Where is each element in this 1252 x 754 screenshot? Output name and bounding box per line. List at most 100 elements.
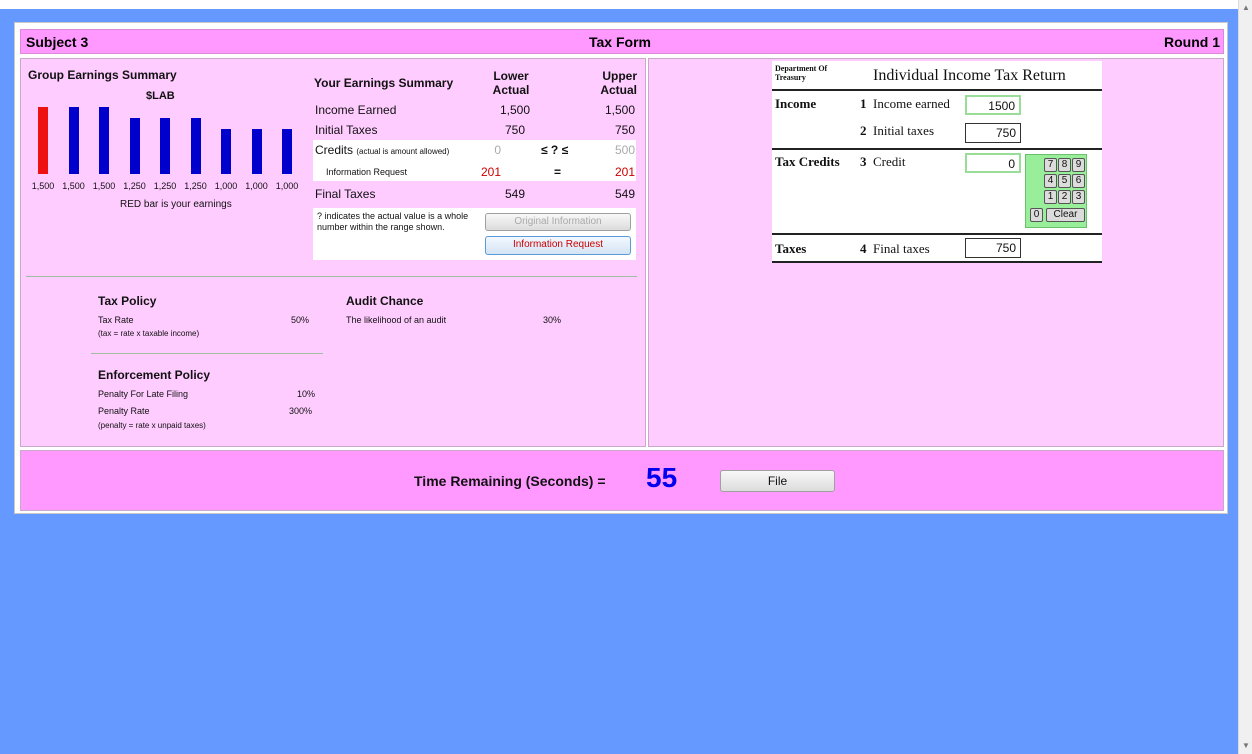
page-title: Tax Form [589, 34, 651, 50]
title-bar: Subject 3 Tax Form Round 1 [20, 29, 1224, 54]
earnings-bar [251, 129, 262, 174]
final-taxes-lower: 549 [504, 187, 526, 201]
key-1-button[interactable]: 1 [1044, 190, 1057, 204]
file-button[interactable]: File [720, 470, 835, 492]
earnings-bar [99, 107, 109, 174]
initial-taxes-field[interactable]: 750 [965, 123, 1021, 143]
summary-panel: Group Earnings Summary $LAB 1,500 1,500 1,… [20, 58, 646, 447]
clear-button[interactable]: Clear [1046, 208, 1085, 222]
line4-label: Final taxes [873, 241, 930, 256]
income-earned-upper: 1,500 [604, 103, 635, 117]
audit-chance-title: Audit Chance [346, 294, 424, 308]
bar-value-label: 1,500 [62, 181, 85, 191]
earnings-bar [190, 118, 201, 174]
browser-top-strip [0, 0, 1238, 9]
page-scrollbar[interactable]: ▲ ▼ [1238, 0, 1252, 754]
bar-value-label: 1,500 [31, 181, 55, 191]
info-request-upper: 201 [614, 165, 635, 179]
tax-formula: (tax = rate x taxable income) [98, 329, 200, 338]
penalty-rate-value: 300% [289, 406, 313, 416]
final-taxes-field[interactable]: 750 [965, 238, 1021, 258]
info-request-lower: 201 [480, 165, 501, 179]
bar-value-label: 1,000 [245, 181, 268, 191]
credits-note: (actual is amount allowed) [356, 147, 450, 156]
earnings-bar [68, 107, 79, 174]
time-remaining-value: 55 [646, 462, 678, 493]
earnings-bar [129, 118, 140, 174]
key-6-button[interactable]: 6 [1072, 174, 1085, 188]
key-9-button[interactable]: 9 [1072, 158, 1085, 172]
line4-number: 4 [860, 241, 867, 256]
key-3-button[interactable]: 3 [1072, 190, 1085, 204]
initial-taxes-label: Initial Taxes [315, 123, 378, 137]
income-earned-label: Income Earned [315, 103, 397, 117]
late-filing-value: 10% [297, 389, 316, 399]
tax-credits-section-label: Tax Credits [775, 154, 840, 169]
form-title: Individual Income Tax Return [873, 67, 1066, 84]
credit-field[interactable]: 0 [965, 153, 1021, 173]
late-filing-label: Penalty For Late Filing [98, 389, 189, 399]
tax-return-form: Department Of Treasury Individual Income… [772, 61, 1102, 263]
income-earned-field[interactable]: 1500 [965, 95, 1021, 115]
earnings-bar [282, 129, 292, 174]
range-note: ? indicates the actual value is a whole … [317, 211, 469, 232]
initial-taxes-upper: 750 [614, 123, 635, 137]
audit-value: 30% [543, 315, 562, 325]
income-earned-lower: 1,500 [499, 103, 531, 117]
tax-rate-label: Tax Rate [98, 315, 134, 325]
audit-label: The likelihood of an audit [346, 315, 447, 325]
line2-number: 2 [860, 123, 867, 138]
original-information-button[interactable]: Original Information [485, 213, 631, 231]
line3-number: 3 [860, 154, 867, 169]
credit-keypad: 7 8 9 4 5 6 1 2 3 0 Clear [1025, 154, 1087, 228]
enforcement-policy-title: Enforcement Policy [98, 368, 211, 382]
line3-label: Credit [873, 154, 906, 169]
credits-range-symbol: ≤ ? ≤ [541, 143, 569, 157]
form-rule-bottom [772, 261, 1102, 263]
bar-value-label: 1,250 [184, 181, 207, 191]
info-request-equals: = [554, 165, 562, 179]
tax-return-panel: Department Of Treasury Individual Income… [648, 58, 1224, 447]
scroll-up-icon[interactable]: ▲ [1242, 3, 1250, 13]
line2-label: Initial taxes [873, 123, 935, 138]
initial-taxes-lower: 750 [504, 123, 526, 137]
key-5-button[interactable]: 5 [1058, 174, 1071, 188]
bar-value-label: 1,000 [275, 181, 299, 191]
footer-panel: Time Remaining (Seconds) = 55 File [20, 450, 1224, 511]
final-taxes-upper: 549 [614, 187, 635, 201]
chart-legend-note: RED bar is your earnings [120, 199, 232, 210]
income-section-label: Income [775, 96, 817, 111]
form-rule-middle [772, 148, 1102, 150]
key-4-button[interactable]: 4 [1044, 174, 1057, 188]
credits-label: Credits (actual is amount allowed) [315, 143, 449, 157]
taxes-section-label: Taxes [775, 241, 807, 256]
round-label: Round 1 [1164, 34, 1220, 50]
bar-value-label: 1,000 [214, 181, 238, 191]
scroll-down-icon[interactable]: ▼ [1242, 741, 1250, 751]
summary-divider [26, 276, 637, 277]
final-taxes-label: Final Taxes [315, 187, 376, 201]
time-remaining-label: Time Remaining (Seconds) = [414, 473, 606, 489]
tax-policy-title: Tax Policy [98, 294, 157, 308]
information-request-button[interactable]: Information Request [485, 236, 631, 255]
earnings-bar [160, 118, 170, 174]
your-earnings-title: Your Earnings Summary [314, 76, 454, 90]
info-request-label: Information Request [326, 167, 408, 177]
policy-divider [91, 353, 323, 354]
key-2-button[interactable]: 2 [1058, 190, 1071, 204]
credits-lower: 0 [494, 143, 501, 157]
bar-value-label: 1,500 [92, 181, 116, 191]
key-8-button[interactable]: 8 [1058, 158, 1071, 172]
line1-label: Income earned [873, 96, 950, 111]
form-rule-top [772, 89, 1102, 91]
penalty-formula: (penalty = rate x unpaid taxes) [98, 421, 206, 430]
penalty-rate-label: Penalty Rate [98, 406, 150, 416]
credits-label-text: Credits [315, 143, 354, 157]
subject-label: Subject 3 [26, 34, 89, 50]
tax-rate-value: 50% [291, 315, 310, 325]
line1-number: 1 [860, 96, 867, 111]
earnings-bar [38, 107, 48, 174]
key-0-button[interactable]: 0 [1030, 208, 1043, 222]
key-7-button[interactable]: 7 [1044, 158, 1057, 172]
group-earnings-chart: 1,500 1,500 1,500 1,250 1,250 1,250 1,000 1,000… [21, 59, 311, 249]
